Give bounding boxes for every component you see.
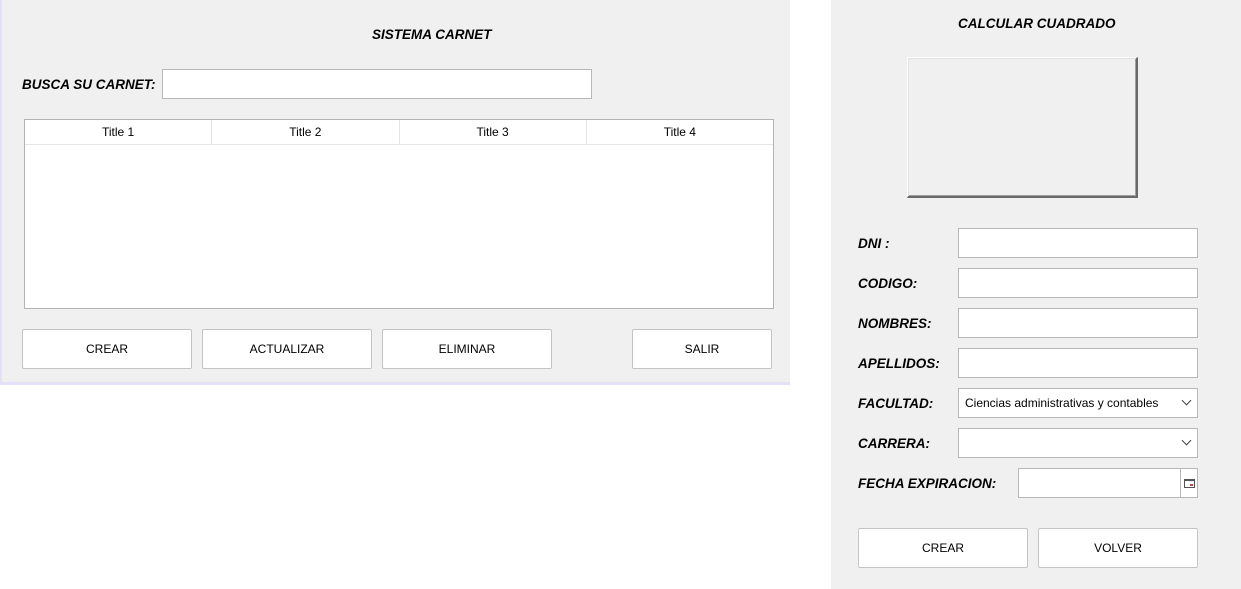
column-header-3[interactable]: Title 3 — [400, 120, 587, 144]
crear-button[interactable]: CREAR — [22, 329, 192, 369]
search-label: BUSCA SU CARNET: — [22, 77, 156, 92]
chevron-down-icon — [1181, 435, 1192, 446]
facultad-select[interactable]: Ciencias administrativas y contables — [958, 388, 1198, 418]
nombres-label: NOMBRES: — [858, 316, 932, 331]
fecha-expiracion-label: FECHA EXPIRACION: — [858, 476, 997, 491]
page-title: SISTEMA CARNET — [372, 27, 492, 42]
chevron-down-icon — [1181, 395, 1192, 406]
form-crear-button[interactable]: CREAR — [858, 528, 1028, 568]
table-header: Title 1 Title 2 Title 3 Title 4 — [25, 120, 773, 145]
form-title: CALCULAR CUADRADO — [958, 16, 1116, 31]
calendar-icon — [1183, 478, 1195, 488]
calcular-cuadrado-window: CALCULAR CUADRADO DNI : CODIGO: NOMBRES:… — [831, 0, 1241, 589]
carrera-label: CARRERA: — [858, 436, 930, 451]
carrera-select[interactable] — [958, 428, 1198, 458]
codigo-field[interactable] — [958, 268, 1198, 298]
salir-button[interactable]: SALIR — [632, 329, 772, 369]
volver-button[interactable]: VOLVER — [1038, 528, 1198, 568]
actualizar-button[interactable]: ACTUALIZAR — [202, 329, 372, 369]
codigo-label: CODIGO: — [858, 276, 918, 291]
facultad-label: FACULTAD: — [858, 396, 934, 411]
fecha-expiracion-field[interactable] — [1018, 468, 1181, 498]
apellidos-field[interactable] — [958, 348, 1198, 378]
photo-box[interactable] — [907, 57, 1138, 198]
column-header-1[interactable]: Title 1 — [25, 120, 213, 144]
sistema-carnet-window: SISTEMA CARNET BUSCA SU CARNET: Title 1 … — [0, 0, 790, 385]
carnet-table[interactable]: Title 1 Title 2 Title 3 Title 4 — [24, 119, 774, 309]
search-input[interactable] — [162, 69, 592, 99]
apellidos-label: APELLIDOS: — [858, 356, 940, 371]
calendar-button[interactable] — [1180, 468, 1198, 498]
column-header-4[interactable]: Title 4 — [587, 120, 773, 144]
dni-label: DNI : — [858, 236, 890, 251]
dni-field[interactable] — [958, 228, 1198, 258]
column-header-2[interactable]: Title 2 — [212, 120, 400, 144]
facultad-selected-value: Ciencias administrativas y contables — [965, 396, 1159, 410]
nombres-field[interactable] — [958, 308, 1198, 338]
eliminar-button[interactable]: ELIMINAR — [382, 329, 552, 369]
